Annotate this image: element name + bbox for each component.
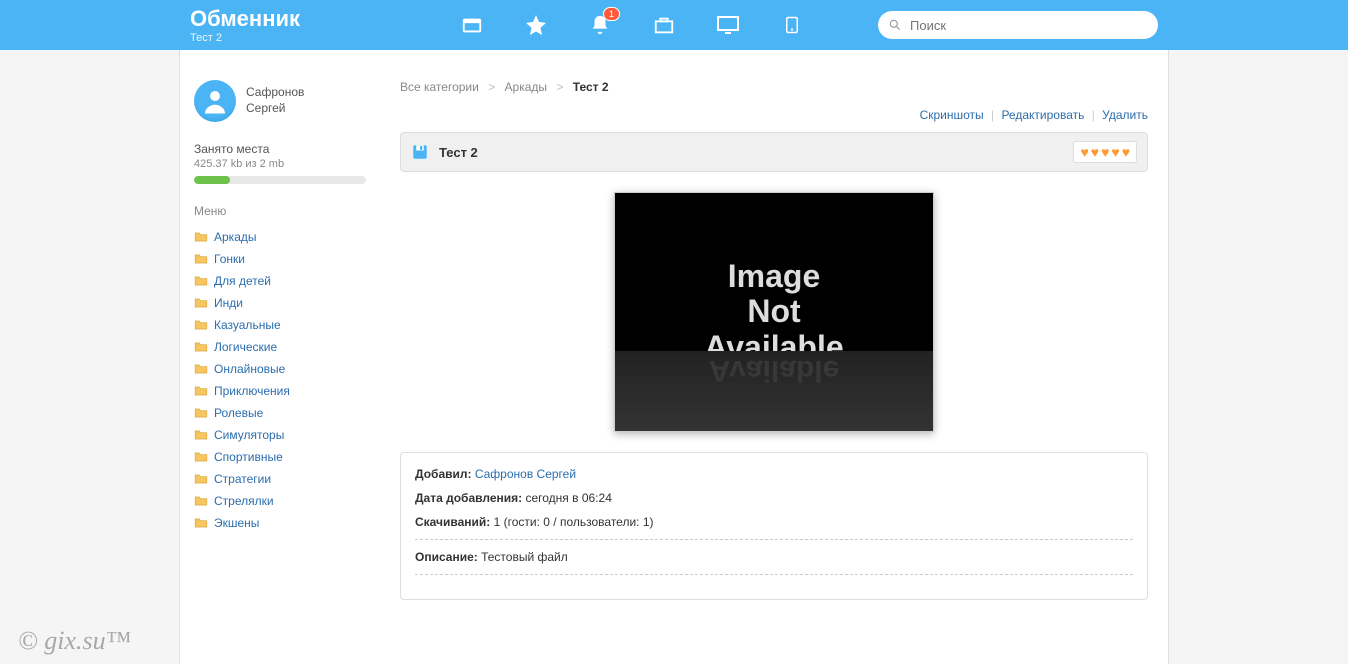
folder-icon [194, 517, 208, 529]
author-link[interactable]: Сафронов Сергей [475, 467, 576, 481]
sidebar-item-label[interactable]: Экшены [214, 516, 259, 530]
delete-link[interactable]: Удалить [1102, 108, 1148, 122]
avatar [194, 80, 236, 122]
user-block[interactable]: Сафронов Сергей [194, 80, 366, 122]
watermark: © gix.su™ [18, 626, 131, 656]
wallet-icon[interactable] [460, 13, 484, 37]
image-reflection: Available [615, 351, 933, 431]
action-links: Скриншоты | Редактировать | Удалить [400, 108, 1148, 122]
user-name: Сафронов Сергей [246, 85, 304, 116]
storage-label: Занято места [194, 142, 366, 156]
sidebar-item-label[interactable]: Логические [214, 340, 277, 354]
detail-downloads: Скачиваний: 1 (гости: 0 / пользователи: … [415, 515, 1133, 529]
search-box[interactable] [878, 11, 1158, 39]
top-icons: 1 [460, 13, 804, 37]
sidebar-item[interactable]: Спортивные [194, 446, 366, 468]
edit-link[interactable]: Редактировать [1001, 108, 1084, 122]
breadcrumb-all[interactable]: Все категории [400, 80, 479, 94]
detail-date: Дата добавления: сегодня в 06:24 [415, 491, 1133, 505]
menu-title: Меню [194, 204, 366, 218]
main-content: Все категории > Аркады > Тест 2 Скриншот… [380, 50, 1168, 664]
briefcase-icon[interactable] [652, 13, 676, 37]
sidebar-item[interactable]: Экшены [194, 512, 366, 534]
sidebar-item-label[interactable]: Онлайновые [214, 362, 285, 376]
sidebar-item[interactable]: Приключения [194, 380, 366, 402]
screenshots-link[interactable]: Скриншоты [920, 108, 984, 122]
sidebar-item[interactable]: Стратегии [194, 468, 366, 490]
folder-icon [194, 341, 208, 353]
folder-icon [194, 231, 208, 243]
image-placeholder-text: Image Not Available [704, 259, 843, 365]
star-icon[interactable] [524, 13, 548, 37]
sidebar-item[interactable]: Аркады [194, 226, 366, 248]
folder-icon [194, 363, 208, 375]
sidebar-item[interactable]: Стрелялки [194, 490, 366, 512]
sidebar-item-label[interactable]: Симуляторы [214, 428, 284, 442]
storage-progress-fill [194, 176, 230, 184]
sidebar-item[interactable]: Для детей [194, 270, 366, 292]
menu-list: Аркады Гонки Для детей Инди Казуальные Логиче… [194, 226, 366, 534]
heart-icon: ♥ [1122, 144, 1130, 160]
page-container: Сафронов Сергей Занято места 425.37 kb и… [179, 50, 1169, 664]
sidebar-item-label[interactable]: Инди [214, 296, 243, 310]
storage-progress [194, 176, 366, 184]
folder-icon [194, 451, 208, 463]
storage-block: Занято места 425.37 kb из 2 mb [194, 142, 366, 184]
search-icon [888, 18, 902, 32]
sidebar-item-label[interactable]: Ролевые [214, 406, 263, 420]
folder-icon [194, 319, 208, 331]
item-title: Тест 2 [439, 145, 478, 160]
phone-icon[interactable] [780, 13, 804, 37]
folder-icon [194, 297, 208, 309]
sidebar-item-label[interactable]: Аркады [214, 230, 257, 244]
folder-icon [194, 385, 208, 397]
divider [415, 539, 1133, 540]
sidebar-item[interactable]: Казуальные [194, 314, 366, 336]
sidebar-item[interactable]: Инди [194, 292, 366, 314]
notification-badge: 1 [603, 7, 620, 21]
heart-icon: ♥ [1101, 144, 1109, 160]
brand-title: Обменник [190, 6, 300, 32]
breadcrumb-category[interactable]: Аркады [505, 80, 548, 94]
sidebar-item-label[interactable]: Спортивные [214, 450, 283, 464]
folder-icon [194, 495, 208, 507]
disk-icon [411, 143, 429, 161]
sidebar-item-label[interactable]: Стратегии [214, 472, 271, 486]
folder-icon [194, 429, 208, 441]
sidebar: Сафронов Сергей Занято места 425.37 kb и… [180, 50, 380, 664]
details-box: Добавил: Сафронов Сергей Дата добавления… [400, 452, 1148, 600]
detail-description: Описание: Тестовый файл [415, 550, 1133, 564]
folder-icon [194, 407, 208, 419]
sidebar-item[interactable]: Логические [194, 336, 366, 358]
heart-icon: ♥ [1091, 144, 1099, 160]
image-placeholder: Image Not Available Available [614, 192, 934, 432]
heart-icon: ♥ [1111, 144, 1119, 160]
search-input[interactable] [910, 18, 1148, 33]
bell-icon[interactable]: 1 [588, 13, 612, 37]
detail-added-by: Добавил: Сафронов Сергей [415, 467, 1133, 481]
divider [415, 574, 1133, 575]
sidebar-item-label[interactable]: Казуальные [214, 318, 281, 332]
heart-icon: ♥ [1080, 144, 1088, 160]
folder-icon [194, 253, 208, 265]
title-bar: Тест 2 ♥ ♥ ♥ ♥ ♥ [400, 132, 1148, 172]
breadcrumb: Все категории > Аркады > Тест 2 [400, 80, 1148, 94]
top-bar: Обменник Тест 2 1 [0, 0, 1348, 50]
folder-icon [194, 473, 208, 485]
monitor-icon[interactable] [716, 13, 740, 37]
sidebar-item-label[interactable]: Стрелялки [214, 494, 274, 508]
folder-icon [194, 275, 208, 287]
sidebar-item[interactable]: Онлайновые [194, 358, 366, 380]
sidebar-item[interactable]: Ролевые [194, 402, 366, 424]
sidebar-item-label[interactable]: Приключения [214, 384, 290, 398]
sidebar-item-label[interactable]: Для детей [214, 274, 271, 288]
rating-hearts[interactable]: ♥ ♥ ♥ ♥ ♥ [1073, 141, 1137, 163]
breadcrumb-current: Тест 2 [573, 80, 609, 94]
sidebar-item[interactable]: Симуляторы [194, 424, 366, 446]
brand[interactable]: Обменник Тест 2 [190, 6, 300, 44]
sidebar-item-label[interactable]: Гонки [214, 252, 245, 266]
brand-subtitle: Тест 2 [190, 32, 300, 44]
sidebar-item[interactable]: Гонки [194, 248, 366, 270]
storage-value: 425.37 kb из 2 mb [194, 158, 366, 170]
